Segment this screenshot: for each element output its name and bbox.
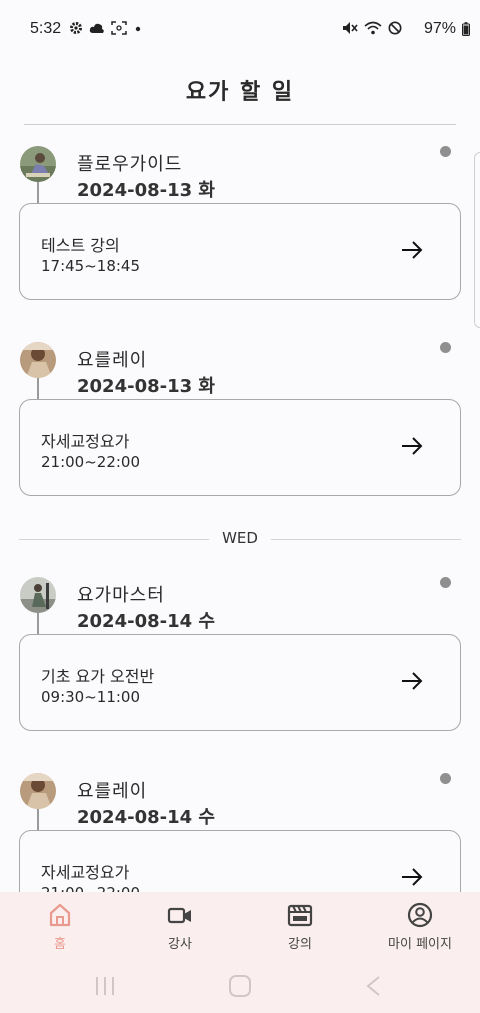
nav-item-instructors[interactable]: 강사	[120, 902, 240, 952]
cloud-icon	[89, 23, 104, 33]
arrow-right-icon[interactable]	[401, 671, 423, 691]
status-dot	[440, 577, 451, 588]
timeline-connector	[37, 613, 39, 634]
do-not-disturb-icon	[388, 21, 402, 35]
lecture-title: 기초 요가 오전반	[41, 667, 155, 686]
wifi-icon	[364, 21, 382, 35]
avatar	[20, 342, 56, 378]
schedule-date: 2024-08-13 화	[77, 376, 215, 397]
instructor-name: 플로우가이드	[77, 154, 183, 175]
home-icon	[49, 903, 71, 927]
avatar	[20, 773, 56, 809]
schedule-entry: 요가마스터 2024-08-14 수 기초 요가 오전반 09:30~11:00	[0, 577, 480, 777]
lecture-time: 09:30~11:00	[41, 688, 141, 706]
lecture-card[interactable]: 자세교정요가 21:00~22:00	[19, 399, 461, 496]
avatar	[20, 577, 56, 613]
battery-icon	[462, 22, 470, 36]
nav-item-my-page[interactable]: 마이 페이지	[360, 902, 480, 952]
lecture-time: 21:00~22:00	[41, 453, 141, 471]
instructor-name: 요가마스터	[77, 585, 165, 606]
timeline-connector	[37, 378, 39, 399]
nav-item-home[interactable]: 홈	[0, 902, 120, 952]
edge-panel-handle[interactable]	[474, 152, 480, 328]
gear-icon	[70, 22, 82, 34]
nav-label: 홈	[54, 937, 66, 952]
schedule-date: 2024-08-14 수	[77, 807, 215, 828]
schedule-entry: 요를레이 2024-08-13 화 자세교정요가 21:00~22:00	[0, 342, 480, 542]
title-divider	[24, 124, 456, 125]
day-label: WED	[222, 529, 258, 547]
instructor-name: 요를레이	[77, 350, 148, 371]
schedule-entry: 플로우가이드 2024-08-13 화 테스트 강의 17:45~18:45	[0, 146, 480, 346]
schedule-date: 2024-08-13 화	[77, 180, 215, 201]
nav-label: 마이 페이지	[388, 937, 452, 952]
status-dot	[440, 773, 451, 784]
home-button-icon[interactable]	[228, 974, 252, 998]
lecture-time: 17:45~18:45	[41, 257, 141, 275]
schedule-date: 2024-08-14 수	[77, 611, 215, 632]
nav-label: 강사	[168, 937, 192, 952]
status-time: 5:32	[30, 20, 62, 37]
nav-label: 강의	[288, 937, 312, 952]
nav-item-lectures[interactable]: 강의	[240, 902, 360, 952]
back-icon[interactable]	[364, 974, 382, 998]
lecture-card[interactable]: 기초 요가 오전반 09:30~11:00	[19, 634, 461, 731]
separator-line	[271, 539, 461, 540]
instructor-name: 요를레이	[77, 781, 148, 802]
avatar	[20, 146, 56, 182]
arrow-right-icon[interactable]	[401, 436, 423, 456]
recent-apps-icon[interactable]	[94, 974, 116, 998]
arrow-right-icon[interactable]	[401, 867, 423, 887]
lecture-card[interactable]: 테스트 강의 17:45~18:45	[19, 203, 461, 300]
system-nav-bar	[0, 966, 480, 1013]
video-camera-icon	[167, 907, 191, 924]
screenshot-icon	[111, 21, 127, 35]
page-title: 요가 할 일	[185, 80, 295, 105]
timeline-connector	[37, 182, 39, 203]
battery-percent: 97%	[423, 20, 456, 37]
mute-icon	[343, 22, 358, 34]
day-separator: WED	[19, 529, 461, 549]
arrow-right-icon[interactable]	[401, 240, 423, 260]
status-dot	[440, 146, 451, 157]
dot-icon	[135, 26, 141, 32]
lecture-title: 자세교정요가	[41, 863, 130, 882]
lecture-title: 자세교정요가	[41, 432, 130, 451]
clapperboard-icon	[287, 904, 313, 927]
status-dot	[440, 342, 451, 353]
lecture-title: 테스트 강의	[41, 236, 120, 255]
user-circle-icon	[407, 902, 433, 928]
status-bar: 5:32 97%	[0, 0, 480, 60]
timeline-connector	[37, 809, 39, 830]
